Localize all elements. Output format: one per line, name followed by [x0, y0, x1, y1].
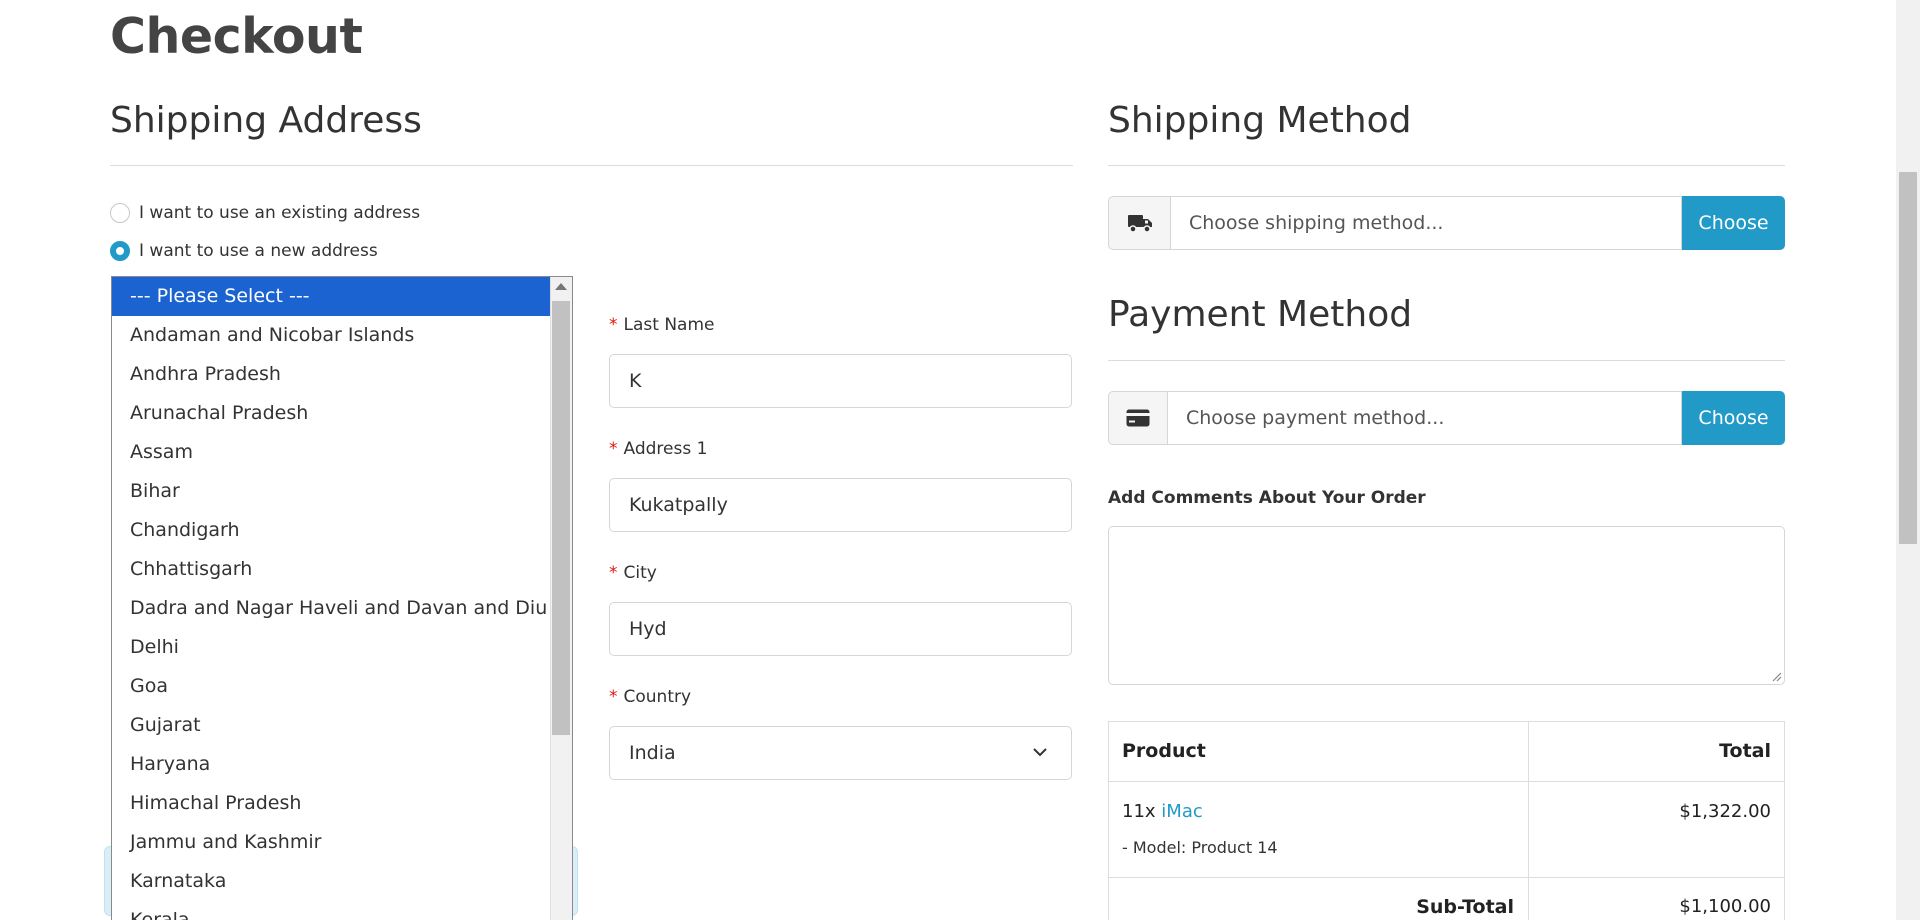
- chevron-down-icon: [1033, 748, 1047, 757]
- shipping-method-group: Choose shipping method... Choose: [1108, 196, 1785, 250]
- city-label: * City: [609, 563, 657, 583]
- region-option[interactable]: Jammu and Kashmir: [112, 823, 572, 862]
- subtotal-value: $1,100.00: [1679, 896, 1771, 917]
- address1-label: * Address 1: [609, 439, 708, 459]
- shipping-method-divider: [1108, 165, 1785, 166]
- country-label: * Country: [609, 687, 692, 707]
- payment-method-input[interactable]: Choose payment method...: [1167, 391, 1682, 445]
- shipping-address-title: Shipping Address: [110, 100, 422, 141]
- listbox-scrollbar-thumb[interactable]: [552, 301, 570, 735]
- product-header: Product: [1122, 740, 1206, 762]
- region-option[interactable]: Delhi: [112, 628, 572, 667]
- region-option[interactable]: Andaman and Nicobar Islands: [112, 316, 572, 355]
- region-option[interactable]: Andhra Pradesh: [112, 355, 572, 394]
- page-title: Checkout: [110, 8, 363, 65]
- country-select[interactable]: India: [609, 726, 1072, 780]
- credit-card-icon: [1108, 391, 1167, 445]
- payment-method-title: Payment Method: [1108, 294, 1413, 335]
- city-field[interactable]: Hyd: [609, 602, 1072, 656]
- radio-new-label: I want to use a new address: [139, 241, 378, 261]
- item-option: - Model: Product 14: [1122, 838, 1278, 857]
- total-header: Total: [1719, 740, 1771, 762]
- region-option[interactable]: Himachal Pradesh: [112, 784, 572, 823]
- region-option[interactable]: Arunachal Pradesh: [112, 394, 572, 433]
- shipping-method-input[interactable]: Choose shipping method...: [1170, 196, 1682, 250]
- region-option[interactable]: Goa: [112, 667, 572, 706]
- region-option[interactable]: Haryana: [112, 745, 572, 784]
- choose-payment-button[interactable]: Choose: [1682, 391, 1785, 445]
- item-name-link[interactable]: iMac: [1161, 801, 1202, 822]
- region-option[interactable]: Assam: [112, 433, 572, 472]
- page-scrollbar-thumb[interactable]: [1899, 172, 1917, 544]
- table-column-divider: [1528, 722, 1529, 920]
- region-option[interactable]: Gujarat: [112, 706, 572, 745]
- shipping-method-title: Shipping Method: [1108, 100, 1412, 141]
- region-option[interactable]: Kerala: [112, 901, 572, 920]
- region-option[interactable]: Dadra and Nagar Haveli and Davan and Diu: [112, 589, 572, 628]
- payment-method-group: Choose payment method... Choose: [1108, 391, 1785, 445]
- shipping-address-divider: [110, 165, 1073, 166]
- region-option[interactable]: --- Please Select ---: [112, 277, 572, 316]
- address1-field[interactable]: Kukatpally: [609, 478, 1072, 532]
- resize-grip-icon[interactable]: [1770, 670, 1782, 682]
- last-name-label: * Last Name: [609, 315, 715, 335]
- table-row-divider: [1109, 877, 1784, 878]
- order-summary-table: Product Total 11x iMac - Model: Product …: [1108, 721, 1785, 920]
- radio-existing-label: I want to use an existing address: [139, 203, 421, 223]
- radio-new-indicator[interactable]: [110, 241, 130, 261]
- page-scrollbar[interactable]: [1896, 0, 1920, 920]
- payment-method-divider: [1108, 360, 1785, 361]
- choose-shipping-button[interactable]: Choose: [1682, 196, 1785, 250]
- radio-existing-indicator[interactable]: [110, 203, 130, 223]
- scroll-up-arrow-icon[interactable]: [555, 283, 567, 290]
- radio-new-address[interactable]: I want to use a new address: [110, 241, 378, 261]
- region-option[interactable]: Chandigarh: [112, 511, 572, 550]
- table-header-divider: [1109, 781, 1784, 782]
- comments-label: Add Comments About Your Order: [1108, 488, 1426, 508]
- item-total: $1,322.00: [1679, 801, 1771, 822]
- table-row: 11x iMac: [1122, 801, 1203, 822]
- region-option[interactable]: Bihar: [112, 472, 572, 511]
- listbox-scrollbar[interactable]: [550, 277, 572, 920]
- radio-existing-address[interactable]: I want to use an existing address: [110, 203, 420, 223]
- truck-icon: [1108, 196, 1170, 250]
- last-name-field[interactable]: K: [609, 354, 1072, 408]
- region-option[interactable]: Chhattisgarh: [112, 550, 572, 589]
- item-quantity: 11x: [1122, 801, 1156, 822]
- comments-textarea[interactable]: [1108, 526, 1785, 685]
- subtotal-label: Sub-Total: [1416, 896, 1514, 918]
- region-listbox[interactable]: --- Please Select --- Andaman and Nicobar…: [111, 276, 573, 920]
- region-option[interactable]: Karnataka: [112, 862, 572, 901]
